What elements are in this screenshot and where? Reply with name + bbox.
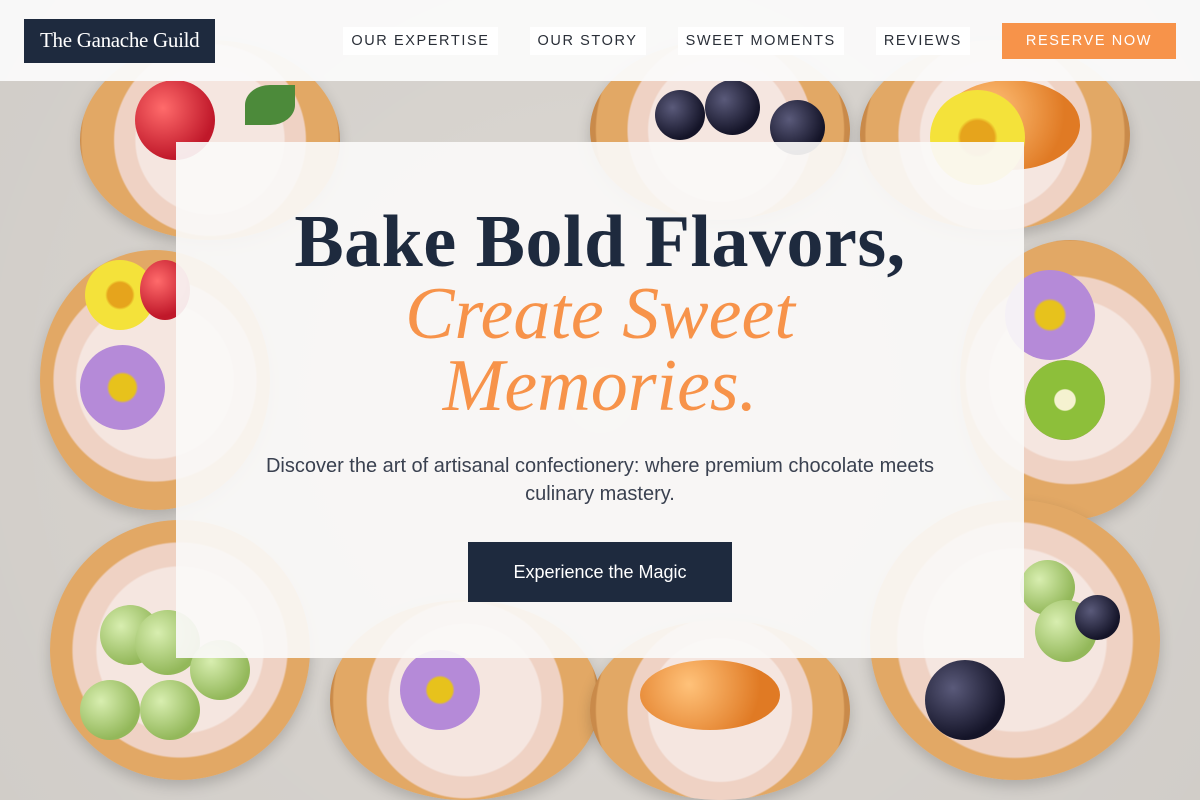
nav-link-our-expertise[interactable]: OUR EXPERTISE (343, 26, 498, 55)
blueberry (1075, 595, 1120, 640)
kiwi (1025, 360, 1105, 440)
cherry (655, 90, 705, 140)
cherry (705, 80, 760, 135)
nav-link-our-story[interactable]: OUR STORY (529, 26, 646, 55)
hero-subtitle: Discover the art of artisanal confection… (265, 455, 935, 505)
main-nav: OUR EXPERTISE OUR STORY SWEET MOMENTS RE… (343, 22, 1176, 59)
grape (140, 680, 200, 740)
grape (80, 680, 140, 740)
site-header: The Ganache Guild OUR EXPERTISE OUR STOR… (0, 0, 1200, 81)
hero-accent-title: Create Sweet Memories. (405, 273, 795, 427)
reserve-now-button[interactable]: RESERVE NOW (1001, 22, 1176, 59)
logo[interactable]: The Ganache Guild (24, 18, 216, 63)
flower (80, 345, 165, 430)
leaf (245, 85, 295, 125)
nav-link-reviews[interactable]: REVIEWS (875, 26, 970, 55)
hero-title: Bake Bold Flavors, (294, 201, 906, 283)
hero-card: Bake Bold Flavors, Create Sweet Memories… (176, 142, 1024, 658)
apple-slices (640, 660, 780, 730)
blackberry (925, 660, 1005, 740)
experience-the-magic-button[interactable]: Experience the Magic (468, 542, 732, 602)
flower (400, 650, 480, 730)
nav-link-sweet-moments[interactable]: SWEET MOMENTS (677, 26, 844, 55)
